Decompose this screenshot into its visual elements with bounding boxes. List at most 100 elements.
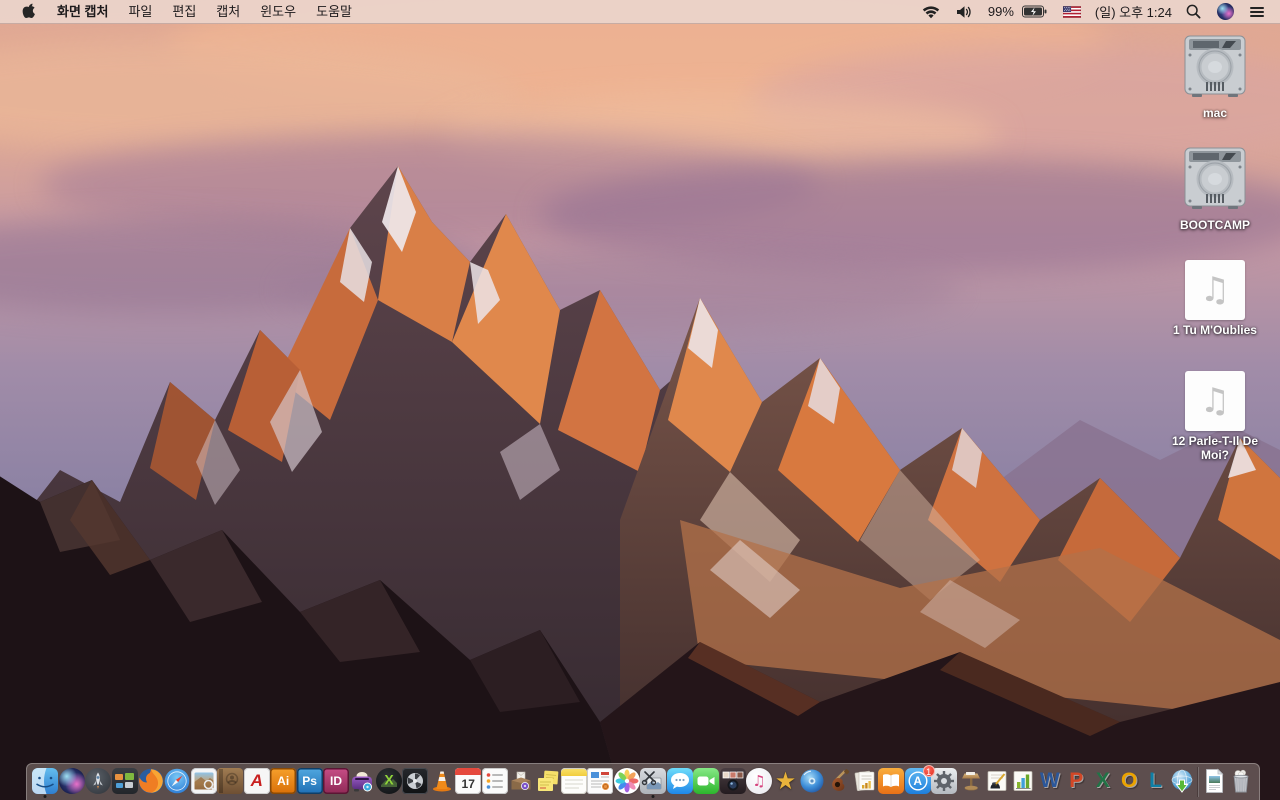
dock-item-firefox[interactable]: [138, 766, 164, 799]
hard-drive-icon: [1184, 35, 1246, 97]
desktop-icon-label: 1 Tu M'Oublies: [1173, 323, 1257, 337]
imovie-star-glyph: ★: [774, 766, 797, 795]
battery-menu[interactable]: [1020, 0, 1055, 24]
mission-control-icon: [111, 767, 138, 794]
dock-item-ms-powerpoint[interactable]: P: [1063, 766, 1089, 799]
idvd-disc-icon: [799, 768, 825, 794]
spotlight-menu[interactable]: [1178, 0, 1209, 24]
dock-item-stickies[interactable]: [534, 766, 560, 799]
desktop-icon-audio-2[interactable]: ♫ 12 Parle-T-Il De Moi?: [1155, 371, 1275, 462]
dock-item-facetime[interactable]: [693, 766, 720, 799]
wifi-menu[interactable]: [914, 0, 948, 24]
dock-item-system-preferences[interactable]: [931, 766, 958, 799]
siri-icon: [58, 767, 85, 794]
dock-item-numbers[interactable]: [1010, 766, 1036, 799]
notification-center-menu[interactable]: [1242, 0, 1272, 24]
dock-item-launchpad[interactable]: [85, 766, 112, 799]
app-store-icon: A 1: [904, 764, 935, 794]
photo-booth-icon: [719, 767, 746, 794]
dock-item-archive-box-app[interactable]: [508, 766, 534, 799]
menu-item-help[interactable]: 도움말: [306, 0, 362, 24]
reminders-icon: [481, 767, 508, 794]
dock-item-imovie[interactable]: ★: [772, 766, 798, 799]
dock-item-preview[interactable]: [190, 766, 217, 799]
dock-item-ibooks[interactable]: [878, 766, 905, 799]
dock-item-vlc[interactable]: [429, 766, 455, 799]
dock-item-safari[interactable]: [164, 766, 190, 799]
notes-icon: [560, 767, 587, 794]
apple-menu[interactable]: [12, 3, 47, 20]
dock-item-itunes[interactable]: ♫: [746, 766, 773, 799]
globe-download-icon: [1169, 768, 1195, 794]
dock-item-idvd[interactable]: [799, 766, 825, 799]
desktop-icon-drive-bootcamp[interactable]: BOOTCAMP: [1155, 146, 1275, 232]
word-icon: W: [1037, 768, 1063, 794]
dock-item-x-image-viewer[interactable]: X: [375, 766, 402, 799]
desktop-icon-audio-1[interactable]: ♫ 1 Tu M'Oublies: [1155, 260, 1275, 337]
svg-text:X: X: [384, 771, 394, 787]
dock-item-newsletter-app[interactable]: [587, 766, 614, 799]
dock-item-illustrator[interactable]: Ai: [270, 766, 297, 799]
app-store-glyph: A: [913, 773, 922, 788]
dock-item-ms-outlook[interactable]: O: [1116, 766, 1142, 799]
dock-item-contacts[interactable]: [217, 766, 244, 799]
outlook-icon: O: [1116, 768, 1142, 794]
dock-item-garageband[interactable]: [825, 766, 851, 799]
dock-item-mission-control[interactable]: [111, 766, 138, 799]
menu-item-window[interactable]: 윈도우: [250, 0, 306, 24]
photoshop-glyph: Ps: [302, 773, 317, 788]
dock-item-trash[interactable]: [1228, 766, 1254, 799]
dock-item-notes[interactable]: [560, 766, 587, 799]
dock-item-photo-booth[interactable]: [719, 766, 746, 799]
dock-item-keynote[interactable]: [957, 766, 983, 799]
documents-chart-icon: [852, 768, 878, 794]
dock-item-toast[interactable]: [349, 766, 375, 799]
spotlight-search-icon: [1186, 4, 1201, 19]
dock-item-photos[interactable]: [613, 766, 640, 799]
launchpad-rocket-icon: [85, 767, 112, 794]
dock-item-messages[interactable]: [666, 766, 693, 799]
photoshop-icon: Ps: [296, 767, 323, 794]
dock-item-documents-chart-app[interactable]: [852, 766, 878, 799]
dock: A Ai Ps ID X 17 ♫ ★ A 1 W P X O L: [26, 763, 1260, 800]
desktop-icon-drive-mac[interactable]: mac: [1155, 34, 1275, 120]
illustrator-glyph: Ai: [277, 773, 290, 788]
dock-item-pages[interactable]: [984, 766, 1010, 799]
dock-item-globe-download-app[interactable]: [1169, 766, 1195, 799]
desktop-icon-label: 12 Parle-T-Il De Moi?: [1171, 434, 1259, 462]
dock-item-ms-excel[interactable]: X: [1090, 766, 1116, 799]
dock-item-calendar[interactable]: 17: [455, 766, 482, 799]
itunes-note-glyph: ♫: [752, 771, 766, 790]
garageband-guitar-icon: [825, 768, 851, 794]
battery-charging-icon: [1021, 5, 1047, 18]
indesign-icon: ID: [323, 767, 350, 794]
dock-item-app-store[interactable]: A 1: [904, 764, 935, 799]
menu-item-app-name[interactable]: 화면 캡처: [47, 0, 118, 24]
system-preferences-gear-icon: [931, 767, 958, 794]
menu-item-file[interactable]: 파일: [118, 0, 162, 24]
us-flag-input-icon: [1062, 5, 1081, 18]
dock-item-ms-word[interactable]: W: [1037, 766, 1063, 799]
dock-item-finder[interactable]: [32, 766, 59, 799]
dock-item-photoshop[interactable]: Ps: [296, 766, 323, 799]
menu-clock[interactable]: (일) 오후 1:24: [1089, 2, 1178, 21]
safari-compass-icon: [164, 768, 190, 794]
photos-pinwheel-icon: [613, 767, 640, 794]
dock-item-reminders[interactable]: [481, 766, 508, 799]
menu-item-capture[interactable]: 캡처: [206, 0, 250, 24]
disk-fan-utility-icon: [402, 767, 429, 794]
itunes-icon: ♫: [746, 767, 773, 794]
volume-menu[interactable]: [948, 0, 982, 24]
dock-item-siri[interactable]: [58, 766, 85, 799]
dock-item-ms-lync[interactable]: L: [1142, 766, 1168, 799]
dock-item-indesign[interactable]: ID: [323, 766, 350, 799]
dock-item-disk-fan-utility[interactable]: [402, 766, 429, 799]
dock-item-adobe-reader[interactable]: A: [243, 766, 270, 799]
desktop-wallpaper: [0, 0, 1280, 800]
dock-item-grab-screen-capture[interactable]: [640, 766, 667, 799]
dock-item-document-file[interactable]: [1201, 766, 1227, 799]
input-source-menu[interactable]: [1055, 0, 1089, 24]
stickies-icon: [535, 768, 561, 794]
siri-menu[interactable]: [1209, 0, 1242, 24]
menu-item-edit[interactable]: 편집: [162, 0, 206, 24]
